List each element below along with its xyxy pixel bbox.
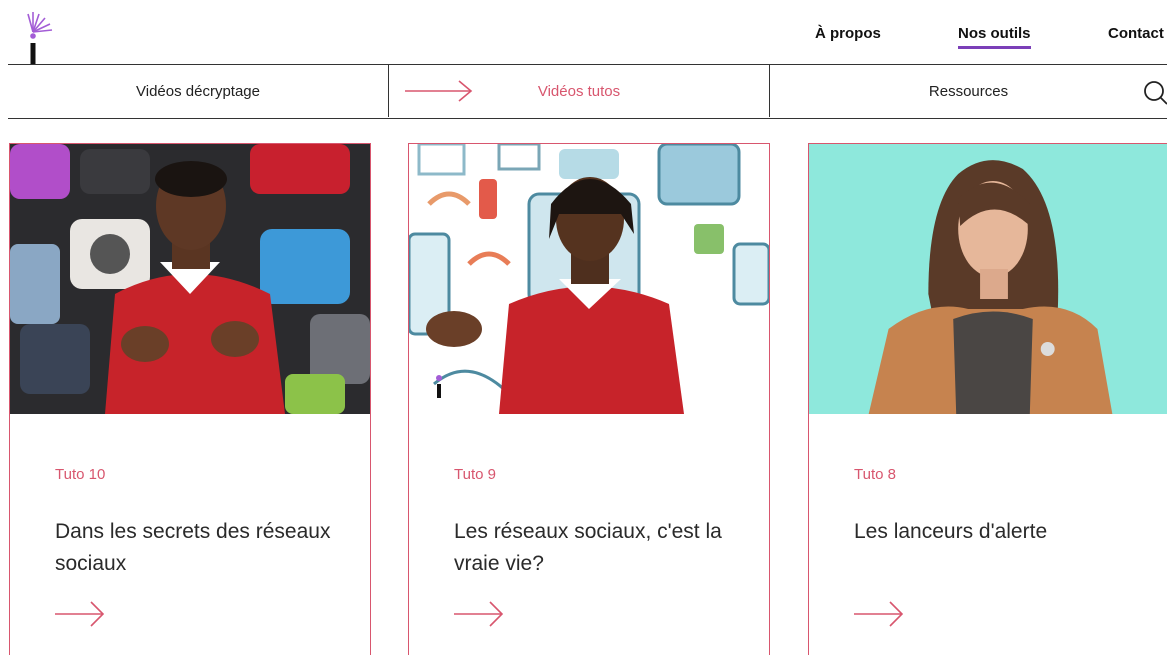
subnav-item-ressources[interactable]: Ressources: [770, 65, 1167, 117]
card-tag: Tuto 10: [55, 466, 106, 483]
nav-link-about[interactable]: À propos: [815, 25, 881, 42]
video-card[interactable]: Tuto 10 Dans les secrets des réseaux soc…: [9, 143, 371, 655]
subnav-item-label: Vidéos décryptage: [136, 82, 260, 100]
card-tag: Tuto 8: [854, 466, 896, 483]
card-title[interactable]: Dans les secrets des réseaux sociaux: [55, 516, 335, 580]
nav-link-tools[interactable]: Nos outils: [958, 25, 1031, 49]
subnav-item-decryptage[interactable]: Vidéos décryptage: [8, 65, 389, 117]
card-tag: Tuto 9: [454, 466, 496, 483]
video-thumbnail[interactable]: [10, 144, 370, 414]
arrow-right-icon[interactable]: [854, 599, 906, 629]
nav-link-contact[interactable]: Contact: [1108, 25, 1164, 42]
search-icon[interactable]: [1141, 79, 1167, 105]
arrow-right-icon[interactable]: [454, 599, 506, 629]
sub-nav: Vidéos décryptage Vidéos tutos Ressource…: [8, 64, 1167, 119]
arrow-right-icon[interactable]: [55, 599, 107, 629]
arrow-right-icon: [405, 80, 473, 102]
subnav-item-label: Ressources: [928, 82, 1009, 100]
main-nav: À propos Nos outils Contact: [0, 22, 1167, 50]
card-title[interactable]: Les réseaux sociaux, c'est la vraie vie?: [454, 516, 734, 580]
video-card[interactable]: Tuto 8 Les lanceurs d'alerte: [808, 143, 1167, 655]
subnav-item-label: Vidéos tutos: [537, 82, 621, 100]
video-thumbnail[interactable]: [409, 144, 769, 414]
video-thumbnail[interactable]: [809, 144, 1167, 414]
subnav-item-tutos[interactable]: Vidéos tutos: [389, 65, 770, 117]
video-card[interactable]: Tuto 9 Les réseaux sociaux, c'est la vra…: [408, 143, 770, 655]
card-title[interactable]: Les lanceurs d'alerte: [854, 516, 1134, 548]
